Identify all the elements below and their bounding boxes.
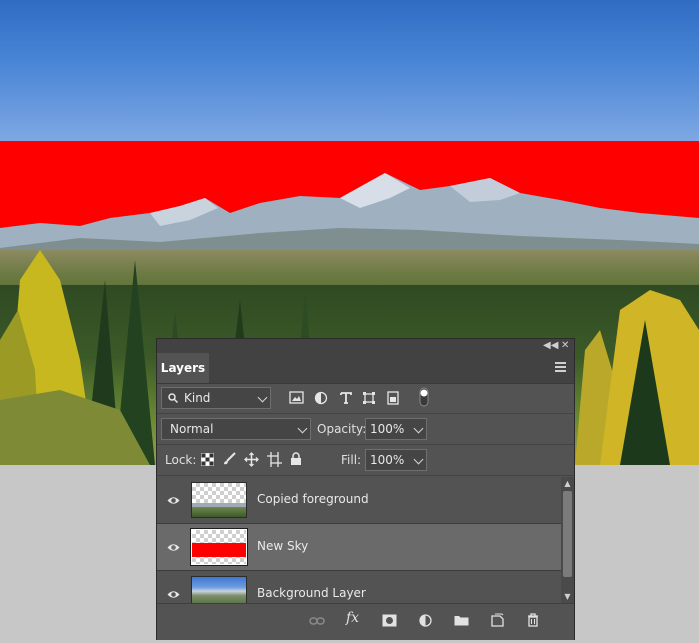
scrollbar-thumb[interactable] bbox=[563, 491, 572, 577]
panel-tab-bar: Layers bbox=[157, 353, 574, 384]
lock-label: Lock: bbox=[165, 453, 197, 467]
layer-row[interactable]: Copied foreground bbox=[157, 477, 561, 524]
fill-label: Fill: bbox=[341, 453, 362, 467]
search-icon bbox=[168, 393, 178, 403]
panel-menu-icon[interactable] bbox=[555, 362, 566, 372]
filter-row: Kind bbox=[157, 383, 574, 414]
type-filter-icon[interactable] bbox=[339, 391, 353, 405]
eye-icon[interactable] bbox=[167, 494, 180, 507]
image-filter-icon[interactable] bbox=[289, 391, 304, 405]
shape-filter-icon[interactable] bbox=[362, 391, 376, 405]
lock-row: Lock: Fill: 100% bbox=[157, 445, 574, 476]
filter-kind-value: Kind bbox=[184, 391, 211, 405]
adjustment-filter-icon[interactable] bbox=[314, 391, 328, 405]
opacity-label: Opacity: bbox=[317, 422, 367, 436]
layer-row-selected[interactable]: New Sky bbox=[157, 524, 561, 571]
filter-kind-dropdown[interactable]: Kind bbox=[161, 387, 271, 409]
layer-name: Background Layer bbox=[257, 586, 366, 600]
link-layers-icon[interactable] bbox=[309, 616, 325, 626]
layers-list: Copied foreground New Sky Background Lay… bbox=[157, 477, 561, 603]
layers-panel: ◀◀ ✕ Layers Kind Normal Opacity: 100% Lo… bbox=[156, 338, 575, 640]
lock-image-pixels-icon[interactable] bbox=[222, 452, 236, 466]
blend-mode-dropdown[interactable]: Normal bbox=[161, 418, 311, 440]
opacity-field[interactable]: 100% bbox=[365, 418, 427, 440]
lock-artboard-icon[interactable] bbox=[267, 452, 282, 467]
chevron-down-icon bbox=[257, 392, 268, 403]
blend-mode-value: Normal bbox=[170, 422, 214, 436]
layer-thumbnail bbox=[191, 482, 247, 518]
eye-icon[interactable] bbox=[167, 588, 180, 601]
layer-thumbnail bbox=[190, 528, 248, 566]
lock-position-icon[interactable] bbox=[244, 452, 259, 467]
panel-footer: fx bbox=[157, 603, 574, 640]
eye-icon[interactable] bbox=[167, 541, 180, 554]
lock-transparent-pixels-icon[interactable] bbox=[201, 453, 214, 466]
collapse-panel-icon[interactable]: ◀◀ bbox=[543, 339, 558, 353]
fill-value: 100% bbox=[370, 453, 405, 467]
layers-scrollbar[interactable]: ▲ ▼ bbox=[561, 477, 574, 603]
tab-layers[interactable]: Layers bbox=[157, 353, 209, 383]
chevron-down-icon[interactable] bbox=[413, 423, 424, 434]
fill-field[interactable]: 100% bbox=[365, 449, 427, 471]
smart-object-filter-icon[interactable] bbox=[386, 391, 400, 405]
new-group-icon[interactable] bbox=[454, 614, 469, 626]
lock-all-icon[interactable] bbox=[290, 452, 302, 466]
scroll-up-icon[interactable]: ▲ bbox=[563, 479, 572, 488]
chevron-down-icon[interactable] bbox=[413, 454, 424, 465]
new-layer-icon[interactable] bbox=[491, 613, 504, 627]
fx-icon[interactable]: fx bbox=[346, 610, 359, 626]
filter-toggle-icon[interactable] bbox=[419, 387, 429, 407]
chevron-down-icon bbox=[297, 423, 308, 434]
layer-name: New Sky bbox=[257, 539, 309, 553]
scroll-down-icon[interactable]: ▼ bbox=[563, 592, 572, 601]
opacity-value: 100% bbox=[370, 422, 405, 436]
adjustment-layer-icon[interactable] bbox=[419, 614, 432, 627]
sky-area bbox=[0, 0, 699, 142]
close-panel-icon[interactable]: ✕ bbox=[561, 339, 569, 353]
layer-name: Copied foreground bbox=[257, 492, 369, 506]
add-mask-icon[interactable] bbox=[382, 614, 397, 627]
layer-row[interactable]: Background Layer bbox=[157, 571, 561, 603]
layer-thumbnail bbox=[191, 576, 247, 603]
blend-row: Normal Opacity: 100% bbox=[157, 414, 574, 445]
panel-title-bar[interactable]: ◀◀ ✕ bbox=[157, 339, 574, 353]
delete-layer-icon[interactable] bbox=[527, 613, 539, 627]
